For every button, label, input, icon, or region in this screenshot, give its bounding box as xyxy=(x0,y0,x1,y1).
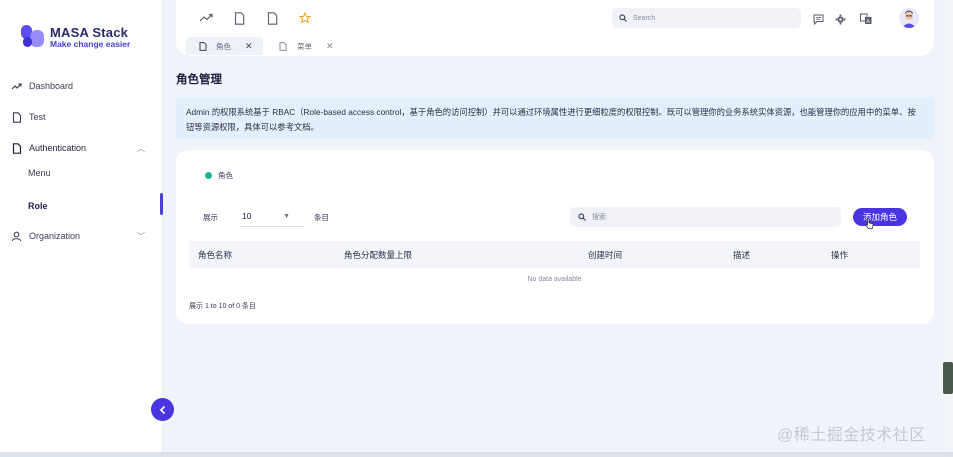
logo[interactable]: MASA Stack Make change easier xyxy=(21,25,130,49)
tab-label: 菜单 xyxy=(297,41,312,51)
search-icon xyxy=(619,14,627,22)
table-header: 角色名称 角色分配数量上限 创建时间 描述 操作 xyxy=(189,241,920,268)
cursor-hand-icon xyxy=(865,218,874,229)
sidebar-item-label: Menu xyxy=(28,168,51,178)
trend-icon[interactable] xyxy=(199,11,213,25)
roles-card: 角色 展示 10 ▼ 条目 搜索 添加角色 角色名称 角色分配数量上限 创建时间… xyxy=(176,150,934,324)
sidebar: MASA Stack Make change easier Dashboard … xyxy=(0,0,163,452)
trend-icon xyxy=(11,81,22,92)
info-alert-text: Admin 的权限系统基于 RBAC（Role-based access con… xyxy=(186,107,916,132)
sidebar-item-label: Authentication xyxy=(29,143,87,153)
sidebar-item-label: Dashboard xyxy=(29,81,74,91)
bottom-edge xyxy=(0,452,953,457)
global-search-input[interactable]: Search xyxy=(612,8,801,28)
per-page-value: 10 xyxy=(242,211,252,221)
message-icon[interactable] xyxy=(811,12,825,26)
close-icon[interactable]: ✕ xyxy=(326,41,334,52)
column-header-description[interactable]: 描述 xyxy=(733,249,750,261)
user-icon xyxy=(11,231,22,242)
sidebar-item-authentication[interactable]: Authentication ︿ xyxy=(0,135,163,161)
chevron-left-icon xyxy=(159,405,165,414)
sidebar-item-menu[interactable]: Menu xyxy=(0,160,163,186)
page-title: 角色管理 xyxy=(176,74,222,86)
status-dot xyxy=(205,172,212,179)
column-header-created-time[interactable]: 创建时间 xyxy=(588,249,622,261)
sidebar-item-dashboard[interactable]: Dashboard xyxy=(0,73,163,99)
sidebar-item-test[interactable]: Test xyxy=(0,104,163,130)
sidebar-item-role[interactable]: Role xyxy=(0,193,163,219)
column-header-assignment-limit[interactable]: 角色分配数量上限 xyxy=(344,249,412,261)
caret-down-icon: ▼ xyxy=(283,212,290,220)
column-header-actions: 操作 xyxy=(831,249,849,260)
avatar[interactable] xyxy=(899,8,919,28)
collapse-sidebar-button[interactable] xyxy=(151,398,174,421)
show-label: 展示 xyxy=(203,213,218,222)
logo-mark-icon xyxy=(21,25,45,49)
close-icon[interactable]: ✕ xyxy=(245,41,253,52)
scroll-handle[interactable] xyxy=(943,362,953,394)
translate-icon[interactable]: A xyxy=(859,12,873,26)
document-icon[interactable] xyxy=(232,11,246,25)
document-icon xyxy=(11,111,22,123)
document-icon xyxy=(279,41,287,51)
sidebar-item-label: Test xyxy=(29,112,46,122)
brand-title: MASA Stack xyxy=(50,24,129,40)
search-placeholder: Search xyxy=(633,14,656,22)
empty-state-text: No data available xyxy=(527,276,582,283)
legend-label: 角色 xyxy=(218,171,233,180)
tab-role[interactable]: 角色 ✕ xyxy=(186,37,263,55)
watermark-text: @稀土掘金技术社区 xyxy=(777,427,926,444)
svg-text:A: A xyxy=(866,19,870,25)
document-icon xyxy=(11,142,22,154)
gear-icon[interactable] xyxy=(833,12,847,26)
pagination-info: 展示 1 to 10 of 0 条目 xyxy=(189,303,256,310)
search-icon xyxy=(578,213,586,221)
tab-menu[interactable]: 菜单 ✕ xyxy=(277,37,347,55)
entries-label: 条目 xyxy=(314,213,329,222)
info-alert: Admin 的权限系统基于 RBAC（Role-based access con… xyxy=(176,97,934,139)
section-legend: 角色 xyxy=(205,170,233,181)
per-page-select[interactable]: 10 ▼ xyxy=(240,206,304,227)
chevron-up-icon: ︿ xyxy=(137,143,145,153)
star-icon[interactable] xyxy=(298,11,312,25)
document-icon[interactable] xyxy=(265,11,279,25)
column-header-role-name[interactable]: 角色名称 xyxy=(198,249,232,261)
search-placeholder: 搜索 xyxy=(592,214,606,221)
chevron-down-icon: ﹀ xyxy=(137,231,145,241)
active-indicator xyxy=(160,193,163,215)
sidebar-item-label: Organization xyxy=(29,231,81,241)
add-role-button[interactable]: 添加角色 xyxy=(853,208,907,226)
document-icon xyxy=(199,41,207,51)
table-search-input[interactable]: 搜索 xyxy=(570,207,841,227)
sidebar-item-organization[interactable]: Organization ﹀ xyxy=(0,223,163,249)
tab-label: 角色 xyxy=(216,41,231,51)
topbar: Search A 角色 ✕ 菜单 ✕ xyxy=(176,0,934,56)
sidebar-item-label: Role xyxy=(28,201,48,211)
brand-subtitle: Make change easier xyxy=(50,38,131,49)
